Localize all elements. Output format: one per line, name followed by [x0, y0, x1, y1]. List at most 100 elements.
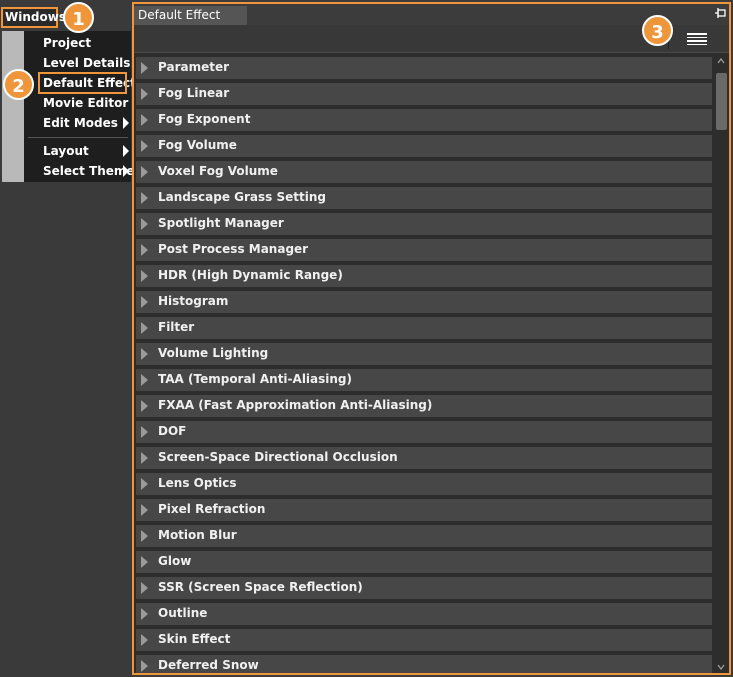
hamburger-menu-icon[interactable] [687, 31, 707, 47]
callout-badge-2: 2 [3, 69, 34, 100]
expand-arrow-icon[interactable] [141, 452, 148, 464]
expand-arrow-icon[interactable] [141, 218, 148, 230]
expand-arrow-icon[interactable] [141, 296, 148, 308]
section-label: Histogram [158, 294, 229, 308]
select-theme-submenu-arrow-icon [123, 165, 129, 177]
section-row[interactable]: HDR (High Dynamic Range) [136, 265, 712, 287]
expand-arrow-icon[interactable] [141, 192, 148, 204]
layout-submenu-arrow-icon [123, 145, 129, 157]
scroll-up-icon[interactable] [717, 57, 725, 65]
tab-default-effect[interactable]: Default Effect [134, 6, 247, 25]
section-label: Screen-Space Directional Occlusion [158, 450, 398, 464]
expand-arrow-icon[interactable] [141, 608, 148, 620]
expand-arrow-icon[interactable] [141, 166, 148, 178]
section-label: Voxel Fog Volume [158, 164, 278, 178]
section-label: Deferred Snow [158, 658, 259, 672]
section-row[interactable]: Post Process Manager [136, 239, 712, 261]
section-row[interactable]: TAA (Temporal Anti-Aliasing) [136, 369, 712, 391]
section-row[interactable]: Deferred Snow [136, 655, 712, 673]
section-row[interactable]: Outline [136, 603, 712, 625]
section-label: TAA (Temporal Anti-Aliasing) [158, 372, 353, 386]
section-label: Spotlight Manager [158, 216, 284, 230]
expand-arrow-icon[interactable] [141, 582, 148, 594]
section-row[interactable]: SSR (Screen Space Reflection) [136, 577, 712, 599]
expand-arrow-icon[interactable] [141, 530, 148, 542]
section-label: Motion Blur [158, 528, 237, 542]
section-label: Skin Effect [158, 632, 231, 646]
expand-arrow-icon[interactable] [141, 556, 148, 568]
section-label: Fog Linear [158, 86, 230, 100]
menu-item-edit-modes[interactable]: Edit Modes [43, 116, 118, 130]
panel-toolbar [134, 25, 729, 53]
vertical-scrollbar[interactable] [714, 53, 729, 673]
expand-arrow-icon[interactable] [141, 634, 148, 646]
section-row[interactable]: Pixel Refraction [136, 499, 712, 521]
expand-arrow-icon[interactable] [141, 244, 148, 256]
section-row[interactable]: Lens Optics [136, 473, 712, 495]
section-row[interactable]: Landscape Grass Setting [136, 187, 712, 209]
expand-arrow-icon[interactable] [141, 504, 148, 516]
section-row[interactable]: DOF [136, 421, 712, 443]
expand-arrow-icon[interactable] [141, 400, 148, 412]
callout-badge-1: 1 [63, 2, 94, 33]
section-label: FXAA (Fast Approximation Anti-Aliasing) [158, 398, 433, 412]
section-label: Filter [158, 320, 195, 334]
windows-menu-button[interactable]: Windows [1, 7, 66, 28]
section-row[interactable]: Spotlight Manager [136, 213, 712, 235]
section-label: DOF [158, 424, 187, 438]
expand-arrow-icon[interactable] [141, 88, 148, 100]
section-label: Glow [158, 554, 192, 568]
expand-arrow-icon[interactable] [141, 374, 148, 386]
menu-item-movie-editor[interactable]: Movie Editor [43, 96, 128, 110]
callout-badge-3: 3 [642, 15, 673, 46]
section-row[interactable]: Screen-Space Directional Occlusion [136, 447, 712, 469]
section-label: HDR (High Dynamic Range) [158, 268, 343, 282]
section-row[interactable]: Parameter [136, 57, 712, 79]
windows-dropdown: Project Level Details Default Effect Mov… [2, 31, 136, 182]
pin-icon[interactable] [715, 8, 727, 20]
section-row[interactable]: Fog Linear [136, 83, 712, 105]
section-label: Volume Lighting [158, 346, 269, 360]
section-row[interactable]: FXAA (Fast Approximation Anti-Aliasing) [136, 395, 712, 417]
section-label: Parameter [158, 60, 230, 74]
section-label: Fog Exponent [158, 112, 251, 126]
section-row[interactable]: Glow [136, 551, 712, 573]
expand-arrow-icon[interactable] [141, 660, 148, 672]
section-label: Lens Optics [158, 476, 237, 490]
expand-arrow-icon[interactable] [141, 114, 148, 126]
menu-item-project[interactable]: Project [43, 36, 91, 50]
section-row[interactable]: Fog Volume [136, 135, 712, 157]
expand-arrow-icon[interactable] [141, 426, 148, 438]
scroll-down-icon[interactable] [717, 663, 725, 671]
default-effect-panel: Default Effect Parameter Fog Linear Fog Ex… [132, 2, 731, 675]
expand-arrow-icon[interactable] [141, 140, 148, 152]
section-row[interactable]: Voxel Fog Volume [136, 161, 712, 183]
section-row[interactable]: Motion Blur [136, 525, 712, 547]
section-row[interactable]: Skin Effect [136, 629, 712, 651]
dropdown-icon-strip [2, 31, 24, 182]
expand-arrow-icon[interactable] [141, 322, 148, 334]
section-label: Pixel Refraction [158, 502, 266, 516]
section-label: Landscape Grass Setting [158, 190, 326, 204]
effect-section-list: Parameter Fog Linear Fog Exponent Fog Volum… [134, 53, 714, 673]
expand-arrow-icon[interactable] [141, 478, 148, 490]
section-row[interactable]: Histogram [136, 291, 712, 313]
expand-arrow-icon[interactable] [141, 62, 148, 74]
section-label: SSR (Screen Space Reflection) [158, 580, 363, 594]
default-effect-highlight [38, 72, 127, 94]
expand-arrow-icon[interactable] [141, 270, 148, 282]
section-label: Post Process Manager [158, 242, 309, 256]
tab-strip: Default Effect [134, 4, 729, 25]
section-label: Outline [158, 606, 208, 620]
section-row[interactable]: Filter [136, 317, 712, 339]
scroll-thumb[interactable] [716, 73, 727, 130]
menu-item-select-theme[interactable]: Select Theme [43, 164, 135, 178]
menu-item-level-details[interactable]: Level Details [43, 56, 130, 70]
expand-arrow-icon[interactable] [141, 348, 148, 360]
menu-separator [28, 137, 128, 138]
menu-item-layout[interactable]: Layout [43, 144, 89, 158]
menu-bar: Windows Project Level Details Default Ef… [0, 0, 136, 677]
section-row[interactable]: Volume Lighting [136, 343, 712, 365]
section-row[interactable]: Fog Exponent [136, 109, 712, 131]
edit-modes-submenu-arrow-icon [123, 117, 129, 129]
